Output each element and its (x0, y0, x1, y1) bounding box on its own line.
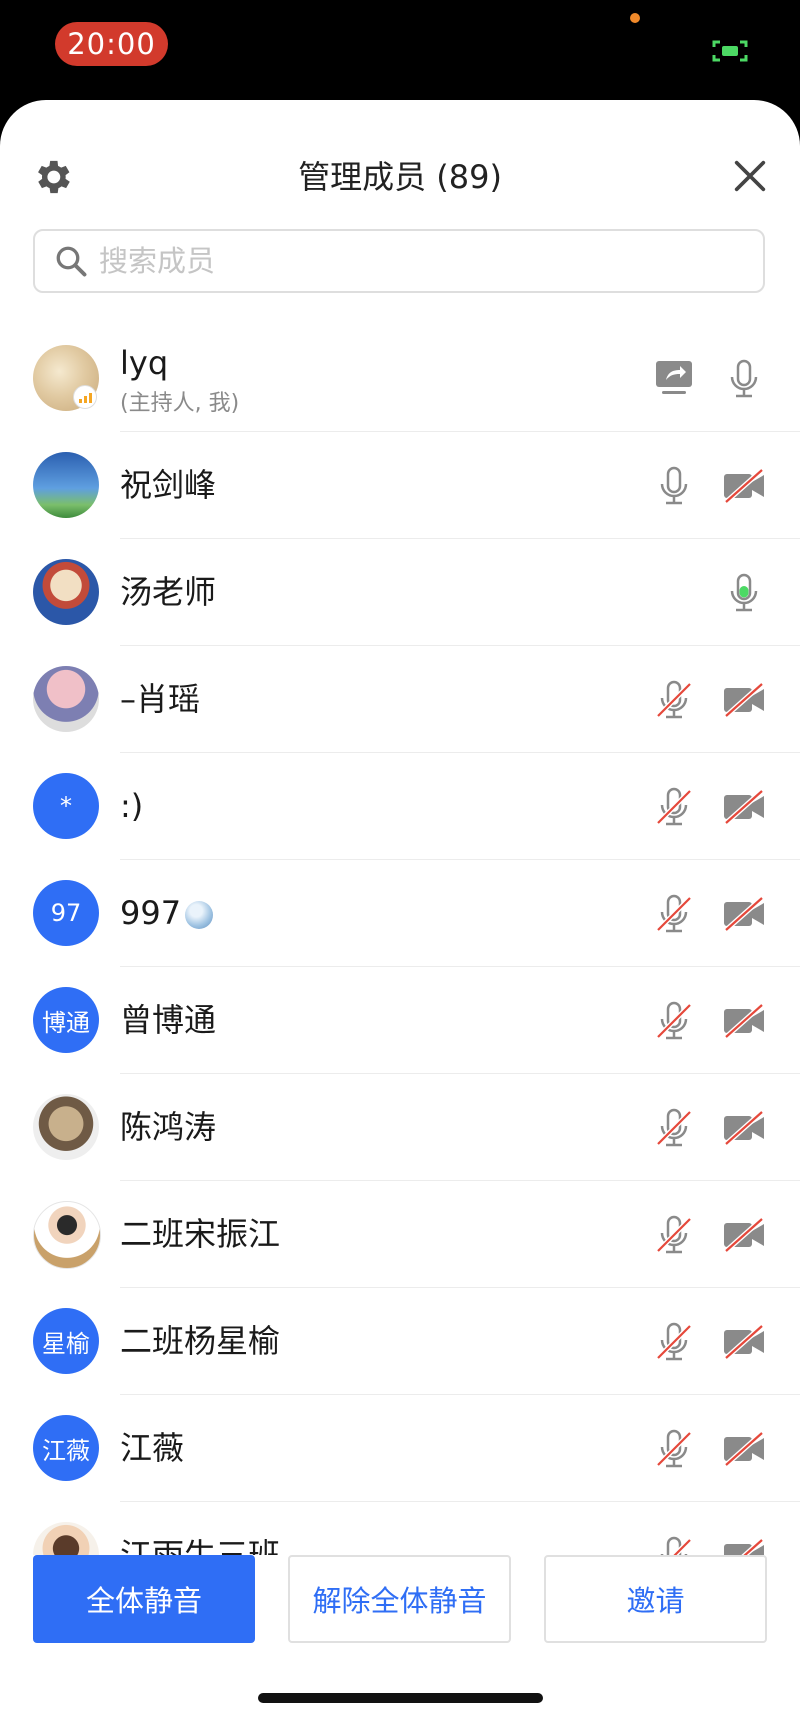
member-row[interactable]: 陈鸿涛 (0, 1074, 800, 1181)
mic-muted-icon[interactable] (650, 783, 698, 831)
search-input[interactable] (97, 243, 741, 279)
member-name: 江薇 (120, 1429, 185, 1467)
member-row[interactable]: 祝剑峰 (0, 432, 800, 539)
mic-muted-icon[interactable] (650, 890, 698, 938)
video-off-icon[interactable] (720, 1104, 768, 1152)
member-list[interactable]: lyq (主持人, 我) 祝剑峰 汤老师 –肖瑶 *:) 97 997 博通 … (0, 325, 800, 1640)
search-icon (56, 246, 87, 277)
signal-badge-icon (73, 385, 97, 409)
mic-muted-icon[interactable] (650, 1104, 698, 1152)
member-name: 陈鸿涛 (120, 1108, 217, 1146)
member-row[interactable]: 江薇 江薇 (0, 1395, 800, 1502)
screen-record-icon (712, 40, 748, 62)
video-off-icon[interactable] (720, 676, 768, 724)
member-name: 曾博通 (120, 1001, 217, 1039)
member-name: 二班杨星榆 (120, 1322, 281, 1360)
mic-muted-icon[interactable] (650, 676, 698, 724)
search-bar[interactable] (33, 229, 765, 293)
mic-icon[interactable] (720, 355, 768, 403)
member-name: 997 (120, 894, 182, 932)
close-icon[interactable] (730, 156, 770, 196)
avatar (33, 666, 99, 732)
member-row[interactable]: 星榆 二班杨星榆 (0, 1288, 800, 1395)
member-name: 祝剑峰 (120, 466, 217, 504)
member-name: :) (120, 787, 144, 825)
avatar (33, 452, 99, 518)
member-name: 汤老师 (120, 573, 217, 611)
member-name: –肖瑶 (120, 680, 201, 718)
unmute-all-button[interactable]: 解除全体静音 (288, 1555, 511, 1643)
action-bar: 全体静音 解除全体静音 邀请 (0, 1555, 800, 1665)
member-name: lyq (120, 344, 169, 382)
video-off-icon[interactable] (720, 1425, 768, 1473)
avatar: 97 (33, 880, 99, 946)
mic-icon[interactable] (650, 462, 698, 510)
mic-muted-icon[interactable] (650, 1211, 698, 1259)
avatar (33, 559, 99, 625)
avatar (33, 1094, 99, 1160)
status-bar: 20:00 (0, 0, 800, 100)
avatar (33, 1201, 101, 1269)
home-indicator[interactable] (258, 1693, 543, 1703)
member-name-wrap: 997 (120, 893, 214, 933)
member-row[interactable]: 汤老师 (0, 539, 800, 646)
mic-muted-icon[interactable] (650, 1425, 698, 1473)
mic-speaking-icon[interactable] (720, 569, 768, 617)
invite-button[interactable]: 邀请 (544, 1555, 767, 1643)
avatar: 星榆 (33, 1308, 99, 1374)
member-name: 二班宋振江 (120, 1215, 281, 1253)
member-row[interactable]: 97 997 (0, 860, 800, 967)
member-row[interactable]: –肖瑶 (0, 646, 800, 753)
video-off-icon[interactable] (720, 783, 768, 831)
avatar: * (33, 773, 99, 839)
status-time[interactable]: 20:00 (55, 22, 168, 66)
privacy-indicator-dot (630, 13, 640, 23)
mic-muted-icon[interactable] (650, 1318, 698, 1366)
member-role: (主持人, 我) (120, 391, 240, 416)
video-off-icon[interactable] (720, 1211, 768, 1259)
page-title: 管理成员 (89) (298, 158, 502, 196)
member-row[interactable]: * :) (0, 753, 800, 860)
member-row[interactable]: 博通 曾博通 (0, 967, 800, 1074)
video-off-icon[interactable] (720, 890, 768, 938)
video-off-icon[interactable] (720, 997, 768, 1045)
mute-all-button[interactable]: 全体静音 (33, 1555, 255, 1643)
member-row[interactable]: lyq (主持人, 我) (0, 325, 800, 432)
mic-muted-icon[interactable] (650, 997, 698, 1045)
sheet-header: 管理成员 (89) (0, 100, 800, 250)
manage-members-sheet: 管理成员 (89) lyq (主持人, 我) (0, 100, 800, 1734)
avatar: 江薇 (33, 1415, 99, 1481)
avatar: 博通 (33, 987, 99, 1053)
video-off-icon[interactable] (720, 462, 768, 510)
member-row[interactable]: 二班宋振江 (0, 1181, 800, 1288)
screen-share-icon[interactable] (650, 355, 698, 403)
globe-emoji-icon (185, 901, 214, 929)
video-off-icon[interactable] (720, 1318, 768, 1366)
